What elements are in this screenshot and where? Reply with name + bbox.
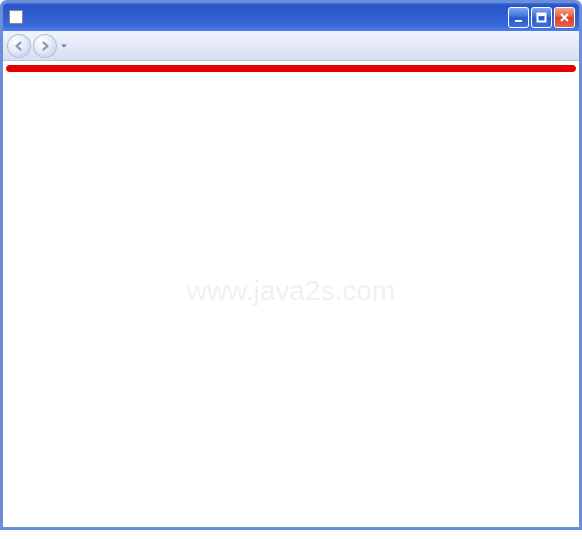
arrow-left-icon [13,40,25,52]
nav-dropdown[interactable] [59,34,69,58]
watermark-text: www.java2s.com [187,275,396,307]
close-button[interactable] [554,7,575,28]
maximize-button[interactable] [531,7,552,28]
window-controls [508,7,575,28]
back-button[interactable] [7,34,31,58]
title-left [9,10,27,24]
chevron-down-icon [60,42,68,50]
app-window: www.java2s.com [0,0,582,530]
arrow-right-icon [39,40,51,52]
titlebar[interactable] [3,3,579,31]
nav-toolbar [3,31,579,61]
red-bar [6,65,576,72]
forward-button[interactable] [33,34,57,58]
minimize-icon [512,11,525,24]
close-icon [558,11,571,24]
minimize-button[interactable] [508,7,529,28]
maximize-icon [535,11,548,24]
app-icon [9,10,23,24]
content-area: www.java2s.com [3,61,579,527]
